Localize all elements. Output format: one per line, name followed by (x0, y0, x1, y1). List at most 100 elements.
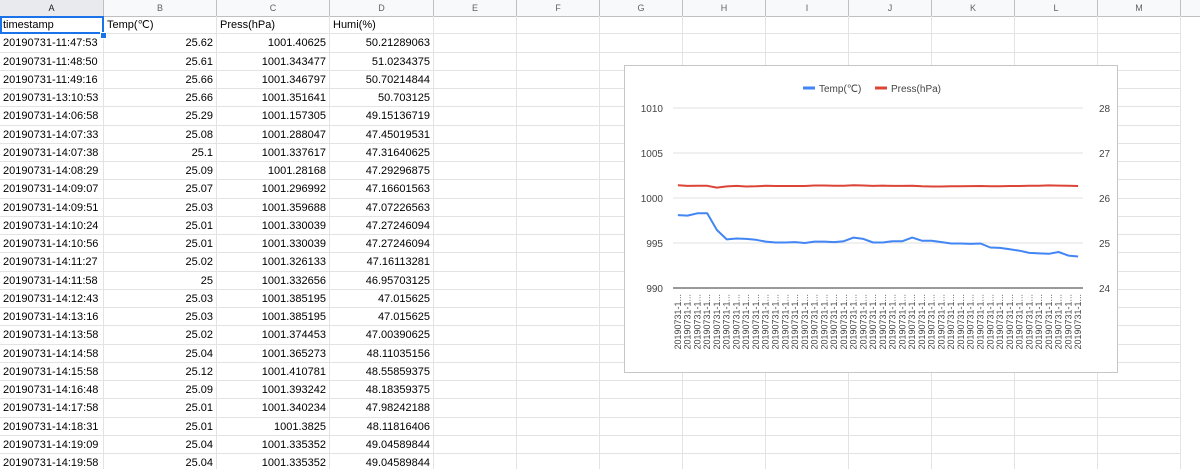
column-header-b[interactable]: B (104, 0, 217, 16)
column-header-e[interactable]: E (434, 0, 517, 16)
cell[interactable] (517, 253, 600, 272)
cell[interactable]: 49.04589844 (330, 435, 434, 454)
cell[interactable] (517, 454, 600, 469)
cell[interactable]: 1001.28168 (217, 162, 330, 181)
cell[interactable]: 47.45019531 (330, 125, 434, 144)
cell[interactable] (1015, 381, 1098, 400)
cell[interactable]: 25.04 (104, 344, 217, 363)
cell[interactable]: 20190731-14:11:58 (0, 271, 104, 290)
cell[interactable] (434, 308, 517, 327)
cell[interactable] (683, 417, 766, 436)
cell[interactable]: 47.31640625 (330, 143, 434, 162)
cell[interactable]: 1001.157305 (217, 107, 330, 126)
cell[interactable]: 1001.332656 (217, 271, 330, 290)
cell[interactable] (517, 143, 600, 162)
cell[interactable]: 25.01 (104, 216, 217, 235)
cell[interactable] (434, 271, 517, 290)
cell[interactable]: 20190731-14:13:58 (0, 326, 104, 345)
cell[interactable] (517, 125, 600, 144)
cell[interactable] (683, 454, 766, 469)
cell[interactable]: 20190731-14:17:58 (0, 399, 104, 418)
cell[interactable]: 1001.288047 (217, 125, 330, 144)
cell[interactable] (849, 16, 932, 35)
cell[interactable]: 25.66 (104, 89, 217, 108)
cell[interactable] (517, 435, 600, 454)
cell[interactable]: 47.16601563 (330, 180, 434, 199)
cell[interactable]: 25.61 (104, 52, 217, 71)
cell[interactable] (1015, 454, 1098, 469)
cell[interactable] (517, 289, 600, 308)
cell[interactable] (766, 399, 849, 418)
cell[interactable]: 20190731-14:14:58 (0, 344, 104, 363)
cell[interactable]: 47.27246094 (330, 235, 434, 254)
cell[interactable]: 25.12 (104, 362, 217, 381)
cell[interactable] (1098, 399, 1181, 418)
cell[interactable]: 25.09 (104, 381, 217, 400)
cell[interactable] (434, 162, 517, 181)
cell[interactable] (434, 143, 517, 162)
series-line-temp[interactable] (677, 212, 1079, 258)
cell[interactable]: 49.15136719 (330, 107, 434, 126)
cell[interactable]: 20190731-14:18:31 (0, 417, 104, 436)
cell[interactable] (683, 399, 766, 418)
cell[interactable]: 1001.393242 (217, 381, 330, 400)
cell[interactable] (932, 16, 1015, 35)
cell[interactable] (517, 399, 600, 418)
cell[interactable] (1015, 399, 1098, 418)
cell[interactable] (932, 417, 1015, 436)
cell[interactable] (1098, 381, 1181, 400)
cell[interactable]: 47.07226563 (330, 198, 434, 217)
cell[interactable]: 48.11816406 (330, 417, 434, 436)
cell[interactable] (434, 362, 517, 381)
column-header-m[interactable]: M (1098, 0, 1181, 16)
cell[interactable]: 25.03 (104, 308, 217, 327)
cell[interactable]: 20190731-14:09:51 (0, 198, 104, 217)
cell[interactable]: 25.01 (104, 235, 217, 254)
cell[interactable] (517, 107, 600, 126)
column-header-c[interactable]: C (217, 0, 330, 16)
cell[interactable] (766, 417, 849, 436)
cell[interactable] (932, 435, 1015, 454)
cell[interactable] (434, 399, 517, 418)
cell[interactable]: 20190731-14:19:58 (0, 454, 104, 469)
cell[interactable] (1098, 454, 1181, 469)
cell[interactable]: 20190731-14:10:56 (0, 235, 104, 254)
cell[interactable]: 25.04 (104, 435, 217, 454)
cell[interactable]: 1001.330039 (217, 216, 330, 235)
cell[interactable] (517, 308, 600, 327)
cell[interactable]: Temp(℃) (104, 16, 217, 35)
cell[interactable]: 50.70214844 (330, 70, 434, 89)
cell[interactable]: 20190731-14:06:58 (0, 107, 104, 126)
cell[interactable] (434, 16, 517, 35)
cell[interactable] (434, 180, 517, 199)
cell[interactable] (1015, 435, 1098, 454)
cell[interactable] (932, 454, 1015, 469)
cell[interactable] (517, 70, 600, 89)
cell[interactable] (434, 435, 517, 454)
cell[interactable] (766, 381, 849, 400)
cell[interactable]: 50.703125 (330, 89, 434, 108)
cell[interactable]: 48.11035156 (330, 344, 434, 363)
cell[interactable]: 1001.385195 (217, 289, 330, 308)
cell[interactable]: 1001.351641 (217, 89, 330, 108)
cell[interactable]: 1001.365273 (217, 344, 330, 363)
cell[interactable]: 20190731-14:19:09 (0, 435, 104, 454)
column-header-k[interactable]: K (932, 0, 1015, 16)
cell[interactable]: 1001.3825 (217, 417, 330, 436)
cell[interactable] (849, 435, 932, 454)
cell[interactable] (517, 162, 600, 181)
cell[interactable] (517, 34, 600, 53)
column-header-j[interactable]: J (849, 0, 932, 16)
column-header-d[interactable]: D (330, 0, 434, 16)
cell[interactable] (600, 417, 683, 436)
cell[interactable]: 1001.330039 (217, 235, 330, 254)
cell[interactable]: 25.62 (104, 34, 217, 53)
cell[interactable] (600, 34, 683, 53)
cell[interactable]: 25.1 (104, 143, 217, 162)
cell[interactable] (1015, 417, 1098, 436)
cell[interactable] (932, 399, 1015, 418)
cell[interactable] (683, 435, 766, 454)
cell[interactable] (517, 52, 600, 71)
column-header-a[interactable]: A (0, 0, 104, 16)
column-header-g[interactable]: G (600, 0, 683, 16)
